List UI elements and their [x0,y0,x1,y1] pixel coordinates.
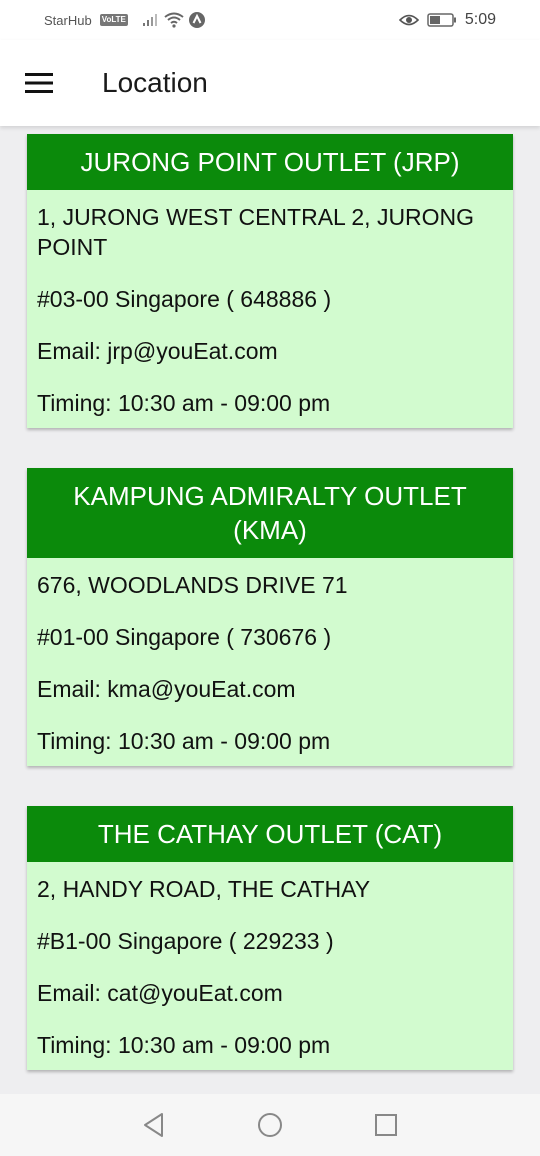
status-left: StarHub VoLTE [44,11,206,29]
outlet-address: 676, WOODLANDS DRIVE 71 [37,572,348,598]
wifi-icon [164,12,184,28]
outlet-unit: #03-00 Singapore ( 648886 ) [37,286,332,312]
back-icon [144,1113,163,1137]
hamburger-menu-icon [25,73,53,93]
outlet-list: JURONG POINT OUTLET (JRP) 1, JURONG WEST… [27,134,513,1110]
eye-comfort-icon [398,14,419,26]
page-title: Location [102,67,208,98]
carrier-name: StarHub [44,12,92,28]
outlet-email[interactable]: Email: kma@youEat.com [37,674,503,704]
nfc-icon [188,12,205,28]
signal-icon [142,14,157,26]
outlet-unit: #B1-00 Singapore ( 229233 ) [37,928,334,954]
outlet-email[interactable]: Email: jrp@youEat.com [37,336,503,366]
outlet-card-cat[interactable]: THE CATHAY OUTLET (CAT) 2, HANDY ROAD, T… [27,806,513,1070]
outlet-card-jrp[interactable]: JURONG POINT OUTLET (JRP) 1, JURONG WEST… [27,134,513,428]
outlet-timing: Timing: 10:30 am - 09:00 pm [37,1032,331,1058]
screen: StarHub VoLTE 5:09 Location JURONG POINT… [0,0,540,1156]
outlet-unit: #01-00 Singapore ( 730676 ) [37,624,332,650]
outlet-card-kma[interactable]: KAMPUNG ADMIRALTY OUTLET (KMA) 676, WOOD… [27,468,513,766]
system-nav-bar [0,1094,540,1156]
outlet-timing: Timing: 10:30 am - 09:00 pm [37,390,331,416]
outlet-details: 2, HANDY ROAD, THE CATHAY #B1-00 Singapo… [27,862,513,1070]
outlet-name: JURONG POINT OUTLET (JRP) [27,134,513,190]
home-icon [258,1113,282,1137]
status-icons [142,11,206,29]
app-bar: Location [0,40,540,126]
outlet-details: 676, WOODLANDS DRIVE 71 #01-00 Singapore… [27,558,513,766]
outlet-email[interactable]: Email: cat@youEat.com [37,978,503,1008]
recents-icon [375,1114,397,1136]
home-button[interactable] [252,1107,288,1143]
outlet-name: THE CATHAY OUTLET (CAT) [27,806,513,862]
outlet-address: 1, JURONG WEST CENTRAL 2, JURONG POINT [37,204,475,260]
outlet-name: KAMPUNG ADMIRALTY OUTLET (KMA) [27,468,513,558]
recents-button[interactable] [368,1107,404,1143]
outlet-details: 1, JURONG WEST CENTRAL 2, JURONG POINT #… [27,190,513,428]
battery-icon [427,13,456,27]
status-bar: StarHub VoLTE 5:09 [0,0,540,40]
outlet-timing: Timing: 10:30 am - 09:00 pm [37,728,331,754]
clock: 5:09 [464,11,496,28]
menu-button[interactable] [0,40,78,126]
outlet-address: 2, HANDY ROAD, THE CATHAY [37,876,371,902]
volte-badge: VoLTE [99,14,128,26]
back-button[interactable] [136,1107,172,1143]
status-right: 5:09 [398,11,496,29]
